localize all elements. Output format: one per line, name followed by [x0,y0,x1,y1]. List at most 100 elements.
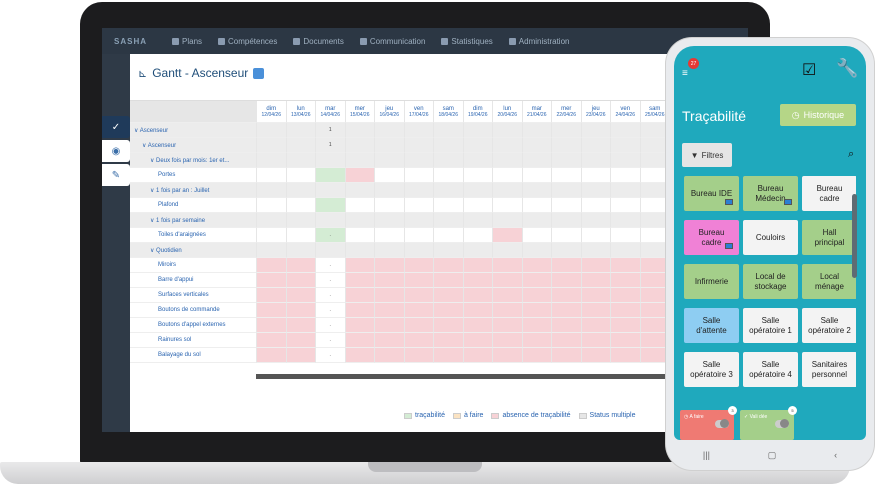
gantt-group-row[interactable]: ∨ 1 fois par an : Juillet [130,183,666,198]
gantt-cell[interactable] [256,153,286,168]
gantt-cell[interactable] [492,348,522,363]
room-tile[interactable]: Salle opératoire 3 [684,352,739,387]
validated-switch[interactable] [775,419,789,428]
gantt-cell[interactable] [433,183,463,198]
gantt-row-label[interactable]: ∨ Ascenseur [130,123,256,138]
wrench-icon[interactable]: 🔧 [836,58,858,80]
gantt-cell[interactable] [344,198,374,213]
gantt-cell[interactable] [551,198,581,213]
gantt-cell[interactable] [610,348,640,363]
gantt-cell[interactable] [639,333,666,348]
gantt-cell[interactable] [551,243,581,258]
gantt-cell[interactable] [462,318,492,333]
gantt-cell[interactable] [344,123,374,138]
gantt-cell[interactable] [285,243,315,258]
gantt-cell[interactable] [580,333,610,348]
gantt-cell[interactable] [256,243,286,258]
gantt-task-row[interactable]: Rainures sol. [130,333,666,348]
gantt-cell[interactable] [285,138,315,153]
gantt-cell[interactable] [492,303,522,318]
gantt-row-label[interactable]: Boutons d'appel externes [130,318,256,333]
gantt-cell[interactable]: . [315,318,345,333]
gantt-cell[interactable] [521,228,551,243]
gantt-cell[interactable] [462,243,492,258]
gantt-cell[interactable] [610,273,640,288]
gantt-cell[interactable] [374,243,404,258]
gantt-cell[interactable] [433,273,463,288]
gantt-cell[interactable] [433,348,463,363]
gantt-row-label[interactable]: Miroirs [130,258,256,273]
calendar-icon[interactable] [253,67,265,79]
nav-item[interactable]: Compétences [218,37,277,46]
gantt-cell[interactable] [374,228,404,243]
gantt-cell[interactable] [374,138,404,153]
gantt-cell[interactable] [462,303,492,318]
history-button[interactable]: ◷ Historique [780,104,856,126]
gantt-cell[interactable] [551,348,581,363]
gantt-cell[interactable] [610,123,640,138]
gantt-cell[interactable] [551,333,581,348]
gantt-cell[interactable]: . [315,258,345,273]
gantt-cell[interactable] [492,258,522,273]
gantt-task-row[interactable]: Surfaces verticales. [130,288,666,303]
gantt-cell[interactable] [492,318,522,333]
gantt-cell[interactable] [521,318,551,333]
gantt-cell[interactable] [285,168,315,183]
gantt-cell[interactable] [433,333,463,348]
gantt-task-row[interactable]: Balayage du sol. [130,348,666,363]
gantt-cell[interactable] [374,183,404,198]
gantt-cell[interactable] [492,333,522,348]
gantt-cell[interactable] [285,333,315,348]
gantt-cell[interactable] [551,123,581,138]
back-icon[interactable]: ‹ [834,450,837,460]
gantt-cell[interactable] [285,228,315,243]
gantt-cell[interactable] [344,348,374,363]
room-tile[interactable]: Local ménage [802,264,856,299]
gantt-cell[interactable] [433,288,463,303]
gantt-cell[interactable] [580,198,610,213]
gantt-cell[interactable] [580,123,610,138]
gantt-cell[interactable] [492,138,522,153]
gantt-task-row[interactable]: Miroirs. [130,258,666,273]
gantt-row-label[interactable]: ∨ 1 fois par semaine [130,213,256,228]
gantt-cell[interactable] [344,183,374,198]
room-tile[interactable]: Salle d'attente [684,308,739,343]
gantt-cell[interactable] [580,138,610,153]
gantt-cell[interactable] [256,348,286,363]
gantt-cell[interactable] [521,153,551,168]
gantt-cell[interactable] [639,318,666,333]
nav-item[interactable]: Statistiques [441,37,493,46]
vertical-scrollbar[interactable] [852,194,857,278]
room-tile[interactable]: Local de stockage [743,264,798,299]
gantt-cell[interactable] [521,138,551,153]
gantt-cell[interactable] [580,213,610,228]
gantt-cell[interactable] [433,198,463,213]
gantt-task-row[interactable]: Plafond [130,198,666,213]
gantt-cell[interactable] [580,288,610,303]
gantt-cell[interactable] [285,123,315,138]
nav-item[interactable]: Communication [359,37,425,46]
gantt-row-label[interactable]: Portes [130,168,256,183]
gantt-cell[interactable] [285,273,315,288]
gantt-cell[interactable] [521,243,551,258]
gantt-cell[interactable] [580,183,610,198]
gantt-cell[interactable] [639,273,666,288]
gantt-cell[interactable] [433,303,463,318]
check-tool-button[interactable]: ✓ [102,116,130,138]
menu-icon[interactable]: ≡ [682,68,692,79]
gantt-cell[interactable] [256,123,286,138]
gantt-row-label[interactable]: ∨ Quotidien [130,243,256,258]
gantt-cell[interactable] [610,168,640,183]
gantt-cell[interactable] [462,168,492,183]
gantt-cell[interactable] [403,348,433,363]
gantt-cell[interactable] [639,168,666,183]
gantt-group-row[interactable]: ∨ 1 fois par semaine [130,213,666,228]
gantt-cell[interactable] [610,138,640,153]
todo-switch[interactable] [715,419,729,428]
gantt-cell[interactable] [462,213,492,228]
gantt-cell[interactable] [610,153,640,168]
room-tile[interactable]: Sanitaires personnel [802,352,856,387]
gantt-cell[interactable] [462,138,492,153]
gantt-cell[interactable] [374,213,404,228]
gantt-cell[interactable] [433,228,463,243]
